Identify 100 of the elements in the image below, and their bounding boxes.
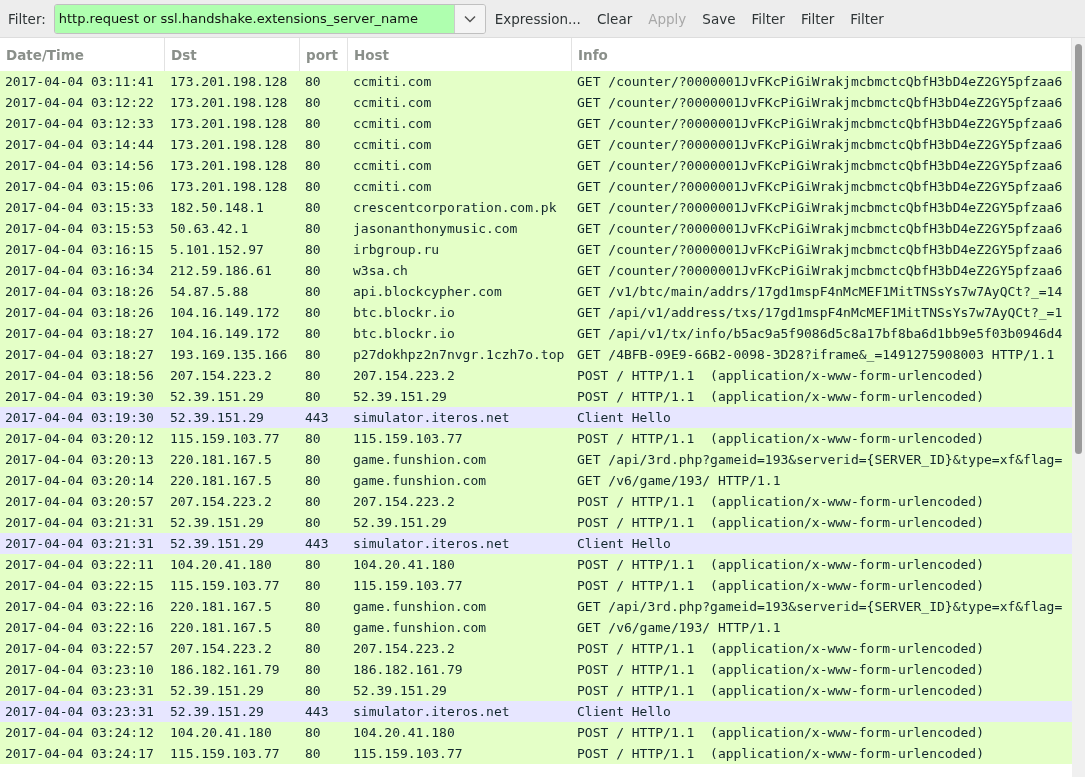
table-cell-text: 104.16.149.172 bbox=[169, 305, 281, 320]
table-cell-text: 193.169.135.166 bbox=[169, 347, 289, 362]
packet-row[interactable]: 2017-04-04 03:24:17 115.159.103.77 80 115.159.103.77 POST / HTTP/1.1 (application/x-www-form-urlencoded) bbox=[0, 743, 1072, 764]
packet-row[interactable]: 2017-04-04 03:22:16 220.181.167.5 80 game.funshion.com GET /v6/game/193/ HTTP/1.1 bbox=[0, 617, 1072, 638]
packet-row[interactable]: 2017-04-04 03:20:57 207.154.223.2 80 207.154.223.2 POST / HTTP/1.1 (application/x-www-form-urlencoded) bbox=[0, 491, 1072, 512]
table-cell-text: 220.181.167.5 bbox=[169, 599, 273, 614]
packet-row[interactable]: 2017-04-04 03:19:30 52.39.151.29 80 52.39.151.29 POST / HTTP/1.1 (application/x-www-form-urlencoded) bbox=[0, 386, 1072, 407]
toolbar-button[interactable]: Filter bbox=[843, 6, 891, 31]
chevron-down-icon bbox=[463, 14, 476, 23]
packet-row[interactable]: 2017-04-04 03:16:15 5.101.152.97 80 irbgroup.ru GET /counter/?0000001JvFKcPiGiWrakjmcbmctcQbfH3bD4eZ2GY5pfzaa6 bbox=[0, 239, 1072, 260]
table-cell-text: 80 bbox=[304, 326, 322, 341]
packet-row[interactable]: 2017-04-04 03:22:15 115.159.103.77 80 115.159.103.77 POST / HTTP/1.1 (application/x-www-form-urlencoded) bbox=[0, 575, 1072, 596]
scrollbar[interactable] bbox=[1072, 38, 1085, 777]
packet-row[interactable]: 2017-04-04 03:15:33 182.50.148.1 80 crescentcorporation.com.pk GET /counter/?0000001JvFKcPiGiWrakjmcbmctcQbfH3bD4eZ2GY5pfzaa6 bbox=[0, 197, 1072, 218]
table-cell-text: GET /counter/?0000001JvFKcPiGiWrakjmcbmctcQbfH3bD4eZ2GY5pfzaa6 bbox=[576, 158, 1064, 173]
table-cell-text: 2017-04-04 03:20:14 bbox=[4, 473, 155, 488]
packet-row[interactable]: 2017-04-04 03:23:10 186.182.161.79 80 186.182.161.79 POST / HTTP/1.1 (application/x-www-form-urlencoded) bbox=[0, 659, 1072, 680]
table-cell-text: game.funshion.com bbox=[352, 452, 488, 467]
packet-row[interactable]: 2017-04-04 03:11:41 173.201.198.128 80 ccmiti.com GET /counter/?0000001JvFKcPiGiWrakjmcbmctcQbfH3bD4eZ2GY5pfzaa6 bbox=[0, 71, 1072, 92]
table-cell-text: 80 bbox=[304, 200, 322, 215]
packet-row[interactable]: 2017-04-04 03:12:33 173.201.198.128 80 ccmiti.com GET /counter/?0000001JvFKcPiGiWrakjmcbmctcQbfH3bD4eZ2GY5pfzaa6 bbox=[0, 113, 1072, 134]
table-cell-text: 220.181.167.5 bbox=[169, 620, 273, 635]
packet-row[interactable]: 2017-04-04 03:21:31 52.39.151.29 80 52.39.151.29 POST / HTTP/1.1 (application/x-www-form-urlencoded) bbox=[0, 512, 1072, 533]
packet-row[interactable]: 2017-04-04 03:14:44 173.201.198.128 80 ccmiti.com GET /counter/?0000001JvFKcPiGiWrakjmcbmctcQbfH3bD4eZ2GY5pfzaa6 bbox=[0, 134, 1072, 155]
toolbar-button[interactable]: Filter bbox=[793, 6, 842, 31]
table-cell-text: 80 bbox=[304, 473, 322, 488]
packet-row[interactable]: 2017-04-04 03:23:31 52.39.151.29 80 52.39.151.29 POST / HTTP/1.1 (application/x-www-form-urlencoded) bbox=[0, 680, 1072, 701]
packet-row[interactable]: 2017-04-04 03:20:12 115.159.103.77 80 115.159.103.77 POST / HTTP/1.1 (application/x-www-form-urlencoded) bbox=[0, 428, 1072, 449]
table-cell-text: 443 bbox=[304, 704, 330, 719]
scrollbar-thumb[interactable] bbox=[1075, 44, 1082, 454]
table-cell-text: 115.159.103.77 bbox=[352, 578, 464, 593]
packet-row[interactable]: 2017-04-04 03:22:11 104.20.41.180 80 104.20.41.180 POST / HTTP/1.1 (application/x-www-form-urlencoded) bbox=[0, 554, 1072, 575]
table-cell-text: 80 bbox=[304, 158, 322, 173]
table-cell-text: Client Hello bbox=[576, 536, 672, 551]
toolbar-button[interactable]: Clear bbox=[589, 6, 640, 31]
table-cell-text: 104.20.41.180 bbox=[169, 725, 273, 740]
table-cell-text: 80 bbox=[304, 599, 322, 614]
table-cell-text: 80 bbox=[304, 284, 322, 299]
table-cell-text: GET /counter/?0000001JvFKcPiGiWrakjmcbmctcQbfH3bD4eZ2GY5pfzaa6 bbox=[576, 242, 1064, 257]
table-cell-text: 173.201.198.128 bbox=[169, 179, 289, 194]
table-cell-text: irbgroup.ru bbox=[352, 242, 441, 257]
table-cell-text: 207.154.223.2 bbox=[352, 368, 456, 383]
filter-field[interactable]: http.request or ssl.handshake.extensions_server_name bbox=[53, 3, 486, 34]
packet-row[interactable]: 2017-04-04 03:22:57 207.154.223.2 80 207.154.223.2 POST / HTTP/1.1 (application/x-www-form-urlencoded) bbox=[0, 638, 1072, 659]
table-cell-text: POST / HTTP/1.1 (application/x-www-form-urlencoded) bbox=[576, 683, 985, 698]
table-cell-text: 52.39.151.29 bbox=[169, 389, 265, 404]
packet-row[interactable]: 2017-04-04 03:15:53 50.63.42.1 80 jasonanthonymusic.com GET /counter/?0000001JvFKcPiGiWrakjmcbmctcQbfH3bD4eZ2GY5pfzaa6 bbox=[0, 218, 1072, 239]
table-cell-text: GET /api/v1/tx/info/b5ac9a5f9086d5c8a17bf8ba6d1bb9e5f03b0946d4 bbox=[576, 326, 1064, 341]
packet-row[interactable]: 2017-04-04 03:20:14 220.181.167.5 80 game.funshion.com GET /v6/game/193/ HTTP/1.1 bbox=[0, 470, 1072, 491]
table-cell-text: 186.182.161.79 bbox=[352, 662, 464, 677]
table-cell-text: game.funshion.com bbox=[352, 473, 488, 488]
table-cell-text: 80 bbox=[304, 431, 322, 446]
table-cell-text: 80 bbox=[304, 620, 322, 635]
packet-row[interactable]: 2017-04-04 03:18:26 54.87.5.88 80 api.blockcypher.com GET /v1/btc/main/addrs/17gd1mspF4nMcMEF1MitTNSsYs7w7AyQCt?_=14 bbox=[0, 281, 1072, 302]
packet-row[interactable]: 2017-04-04 03:18:27 193.169.135.166 80 p27dokhpz2n7nvgr.1czh7o.top GET /4BFB-09E9-66B2-0098-3D28?iframe&_=1491275908003 HTTP/1.1 bbox=[0, 344, 1072, 365]
table-cell-text: ccmiti.com bbox=[352, 116, 433, 131]
table-cell-text: 80 bbox=[304, 389, 322, 404]
table-cell-text: 80 bbox=[304, 263, 322, 278]
table-cell-text: 80 bbox=[304, 74, 322, 89]
packet-row[interactable]: 2017-04-04 03:14:56 173.201.198.128 80 ccmiti.com GET /counter/?0000001JvFKcPiGiWrakjmcbmctcQbfH3bD4eZ2GY5pfzaa6 bbox=[0, 155, 1072, 176]
table-cell-text: 2017-04-04 03:23:31 bbox=[4, 704, 155, 719]
table-cell-text: Client Hello bbox=[576, 410, 672, 425]
table-cell-text: 173.201.198.128 bbox=[169, 74, 289, 89]
table-cell-text: crescentcorporation.com.pk bbox=[352, 200, 558, 215]
table-cell-text: 220.181.167.5 bbox=[169, 452, 273, 467]
table-cell-text: POST / HTTP/1.1 (application/x-www-form-urlencoded) bbox=[576, 431, 985, 446]
packet-row[interactable]: 2017-04-04 03:23:31 52.39.151.29 443 simulator.iteros.net Client Hello bbox=[0, 701, 1072, 722]
packet-row[interactable]: 2017-04-04 03:12:22 173.201.198.128 80 ccmiti.com GET /counter/?0000001JvFKcPiGiWrakjmcbmctcQbfH3bD4eZ2GY5pfzaa6 bbox=[0, 92, 1072, 113]
packet-row[interactable]: 2017-04-04 03:19:30 52.39.151.29 443 simulator.iteros.net Client Hello bbox=[0, 407, 1072, 428]
table-cell-text: 52.39.151.29 bbox=[169, 536, 265, 551]
table-cell-text: 2017-04-04 03:15:53 bbox=[4, 221, 155, 236]
packet-row[interactable]: 2017-04-04 03:16:34 212.59.186.61 80 w3sa.ch GET /counter/?0000001JvFKcPiGiWrakjmcbmctcQbfH3bD4eZ2GY5pfzaa6 bbox=[0, 260, 1072, 281]
table-cell-text: game.funshion.com bbox=[352, 599, 488, 614]
table-cell-text: 52.39.151.29 bbox=[352, 683, 448, 698]
table-cell-text: 207.154.223.2 bbox=[169, 494, 273, 509]
table-cell-text: 2017-04-04 03:22:11 bbox=[4, 557, 155, 572]
table-cell-text: ccmiti.com bbox=[352, 95, 433, 110]
dropdown-button[interactable] bbox=[453, 4, 485, 33]
packet-row[interactable]: 2017-04-04 03:24:12 104.20.41.180 80 104.20.41.180 POST / HTTP/1.1 (application/x-www-form-urlencoded) bbox=[0, 722, 1072, 743]
toolbar-button[interactable]: Save bbox=[695, 6, 743, 31]
table-cell-text: 212.59.186.61 bbox=[169, 263, 273, 278]
table-cell-text: GET /v6/game/193/ HTTP/1.1 bbox=[576, 620, 782, 635]
table-cell-text: 80 bbox=[304, 305, 322, 320]
table-cell-text: simulator.iteros.net bbox=[352, 410, 511, 425]
table-cell-text: 2017-04-04 03:14:44 bbox=[4, 137, 155, 152]
table-cell-text: 80 bbox=[304, 137, 322, 152]
toolbar-button[interactable]: Filter bbox=[744, 6, 792, 31]
packet-row[interactable]: 2017-04-04 03:22:16 220.181.167.5 80 game.funshion.com GET /api/3rd.php?gameid=193&serverid={SERVER_ID}&type=xf&flag= bbox=[0, 596, 1072, 617]
packet-row[interactable]: 2017-04-04 03:18:56 207.154.223.2 80 207.154.223.2 POST / HTTP/1.1 (application/x-www-form-urlencoded) bbox=[0, 365, 1072, 386]
table-cell-text: 115.159.103.77 bbox=[352, 746, 464, 761]
packet-row[interactable]: 2017-04-04 03:15:06 173.201.198.128 80 ccmiti.com GET /counter/?0000001JvFKcPiGiWrakjmcbmctcQbfH3bD4eZ2GY5pfzaa6 bbox=[0, 176, 1072, 197]
table-cell-text: 2017-04-04 03:12:33 bbox=[4, 116, 155, 131]
toolbar-button[interactable]: Expression... bbox=[487, 6, 588, 31]
packet-row[interactable]: 2017-04-04 03:20:13 220.181.167.5 80 game.funshion.com GET /api/3rd.php?gameid=193&serverid={SERVER_ID}&type=xf&flag= bbox=[0, 449, 1072, 470]
table-cell-text: 2017-04-04 03:12:22 bbox=[4, 95, 155, 110]
table-cell-text: 2017-04-04 03:22:16 bbox=[4, 620, 155, 635]
packet-row[interactable]: 2017-04-04 03:21:31 52.39.151.29 443 simulator.iteros.net Client Hello bbox=[0, 533, 1072, 554]
table-cell-text: 2017-04-04 03:20:12 bbox=[4, 431, 155, 446]
packet-row[interactable]: 2017-04-04 03:18:27 104.16.149.172 80 btc.blockr.io GET /api/v1/tx/info/b5ac9a5f9086d5c8a17bf8ba6d1bb9e5f03b0946d4 bbox=[0, 323, 1072, 344]
packet-row[interactable]: 2017-04-04 03:18:26 104.16.149.172 80 btc.blockr.io GET /api/v1/address/txs/17gd1mspF4nMcMEF1MitTNSsYs7w7AyQCt?_=1 bbox=[0, 302, 1072, 323]
